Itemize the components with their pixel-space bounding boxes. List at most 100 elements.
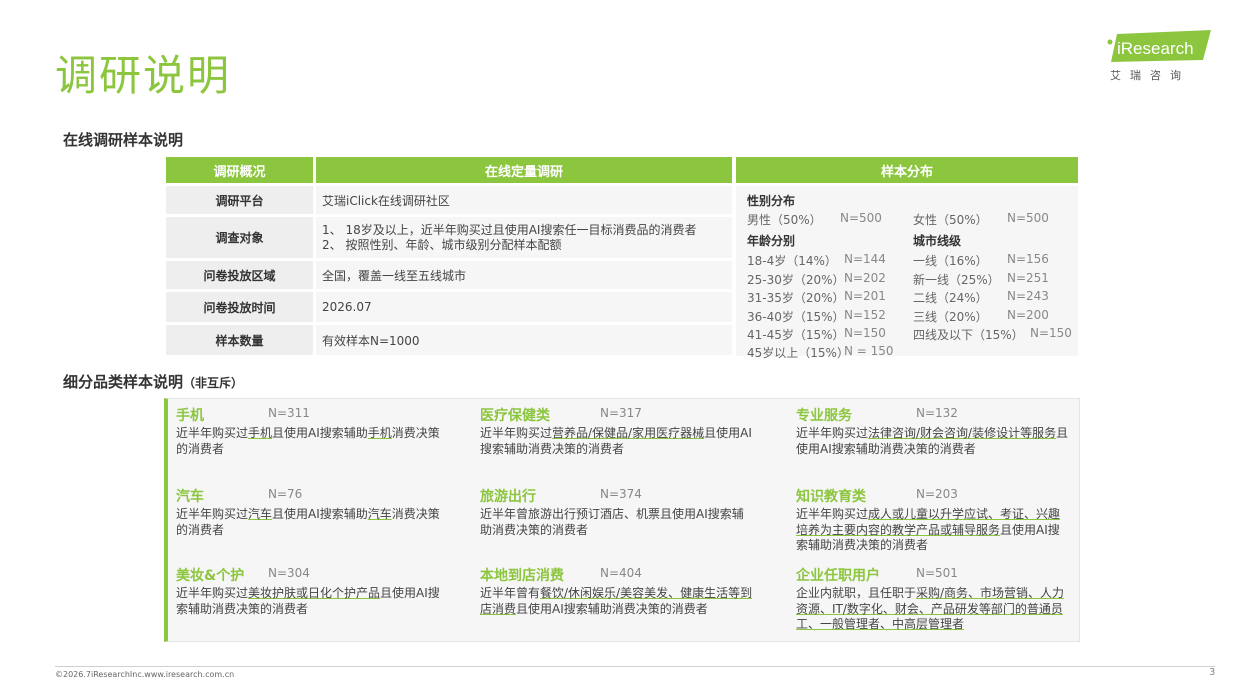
city-label: 三线（20%） [913,310,988,324]
category-sample-n: N=374 [600,487,642,501]
page-title: 调研说明 [55,51,232,100]
gender-title: 性别分布 [747,194,796,208]
sample-distribution: 性别分布 男性（50%） N=500 女性（50%） N=500 年龄分别 城市… [736,186,1078,360]
description-highlight: 美妆护肤或日化个护产品 [248,586,381,600]
category-name: 企业任职用户 [796,568,880,584]
city-n: N=243 [1007,289,1049,303]
age-n: N=144 [844,252,886,266]
row-label-target: 调查对象 [166,217,313,258]
city-label: 二线（24%） [913,291,988,305]
age-title: 年龄分别 [747,234,796,248]
category-name: 美妆&个护 [176,568,245,584]
gender-female-n: N=500 [1007,211,1049,225]
description-highlight: 汽车 [248,507,273,521]
logo-subtitle: 艾瑞咨询 [1110,69,1190,82]
category-description: 近半年购买过手机且使用AI搜索辅助手机消费决策的消费者 [176,426,451,457]
row-value-sample-size: 有效样本N=1000 [316,325,732,355]
age-n: N = 150 [844,344,894,358]
category-sample-n: N=76 [268,487,303,501]
category-name: 旅游出行 [480,489,536,505]
table-header-distribution: 样本分布 [736,157,1078,183]
category-description: 近半年曾旅游出行预订酒店、机票且使用AI搜索辅助消费决策的消费者 [480,507,755,538]
category-sample-n: N=317 [600,406,642,420]
description-text: 近半年曾旅游出行预订酒店、机票且使用AI搜索辅助消费决策的消费者 [480,507,744,537]
city-label: 四线及以下（15%） [913,328,1024,342]
description-highlight: 手机 [248,426,273,440]
age-label: 36-40岁（15%） [747,310,845,324]
section-title-online-survey: 在线调研样本说明 [63,131,184,149]
age-n: N=201 [844,289,886,303]
city-n: N=156 [1007,252,1049,266]
category-description: 近半年购买过营养品/保健品/家用医疗器械且使用AI搜索辅助消费决策的消费者 [480,426,755,457]
logo-brand-text: iResearch [1117,39,1194,58]
description-highlight: 手机 [367,426,392,440]
description-text: 近半年购买过 [176,586,249,600]
age-label: 25-30岁（20%） [747,273,845,287]
city-label: 一线（16%） [913,254,988,268]
description-text: 近半年购买过 [796,507,869,521]
category-description: 近半年购买过美妆护肤或日化个护产品且使用AI搜索辅助消费决策的消费者 [176,586,451,617]
age-label: 45岁以上（15%） [747,346,849,360]
row-value-target: 1、 18岁及以上，近半年购买过且使用AI搜索任一目标消费品的消费者 2、 按照… [316,217,732,258]
category-sample-n: N=304 [268,566,310,580]
category-name: 知识教育类 [796,489,866,505]
category-description: 近半年购买过汽车且使用AI搜索辅助汽车消费决策的消费者 [176,507,451,538]
description-highlight: 汽车 [367,507,392,521]
category-description: 近半年曾有餐饮/休闲娱乐/美容美发、健康生活等到店消费且使用AI搜索辅助消费决策… [480,586,755,617]
footer-copyright: ©2026.7iResearchInc.www.iresearch.com.cn [55,670,235,679]
age-n: N=150 [844,326,886,340]
footer-divider [55,666,1215,667]
city-n: N=200 [1007,308,1049,322]
gender-male-label: 男性（50%） [747,213,822,227]
table-header-quantitative: 在线定量调研 [316,157,732,183]
category-name: 手机 [176,408,204,424]
city-label: 新一线（25%） [913,273,1000,287]
city-n: N=150 [1030,326,1072,340]
category-name: 本地到店消费 [480,568,564,584]
gender-female-label: 女性（50%） [913,213,988,227]
target-line-1: 1、 18岁及以上，近半年购买过且使用AI搜索任一目标消费品的消费者 [322,222,697,237]
category-sample-n: N=132 [916,406,958,420]
row-label-time: 问卷投放时间 [166,292,313,322]
category-description: 近半年购买过法律咨询/财会咨询/装修设计等服务且使用AI搜索辅助消费决策的消费者 [796,426,1071,457]
section-title-category-note: （非互斥） [183,376,244,390]
row-label-platform: 调研平台 [166,186,313,214]
gender-male-n: N=500 [840,211,882,225]
target-line-2: 2、 按照性别、年龄、城市级别分配样本配额 [322,237,562,252]
category-name: 汽车 [176,489,204,505]
description-text: 企业内就职，且任职于 [796,586,917,600]
age-label: 41-45岁（15%） [747,328,845,342]
table-header-overview: 调研概况 [166,157,313,183]
age-label: 31-35岁（20%） [747,291,845,305]
category-panel: 手机 N=311 近半年购买过手机且使用AI搜索辅助手机消费决策的消费者 医疗保… [164,398,1080,642]
row-label-sample-size: 样本数量 [166,325,313,355]
description-text: 且使用AI搜索辅助 [272,507,368,521]
category-description: 企业内就职，且任职于采购/商务、市场营销、人力资源、IT/数字化、财会、产品研发… [796,586,1071,633]
row-label-region: 问卷投放区域 [166,261,313,289]
row-value-region: 全国，覆盖一线至五线城市 [316,261,732,289]
category-sample-n: N=203 [916,487,958,501]
description-text: 且使用AI搜索辅助 [272,426,368,440]
category-sample-n: N=311 [268,406,310,420]
row-value-platform: 艾瑞iClick在线调研社区 [316,186,732,214]
category-description: 近半年购买过成人或儿童以升学应试、考证、兴趣培养为主要内容的教学产品或辅导服务且… [796,507,1071,554]
age-n: N=152 [844,308,886,322]
section-title-category-text: 细分品类样本说明 [63,373,184,391]
category-name: 医疗保健类 [480,408,550,424]
section-title-category: 细分品类样本说明（非互斥） [63,371,243,392]
page-number: 3 [1209,667,1216,678]
description-text: 近半年购买过 [176,507,249,521]
description-text: 且使用AI搜索辅助消费决策的消费者 [516,601,708,616]
age-label: 18-4岁（14%） [747,254,837,268]
category-sample-n: N=501 [916,566,958,580]
city-n: N=251 [1007,271,1049,285]
description-text: 近半年购买过 [176,426,249,440]
row-value-time: 2026.07 [316,292,732,322]
category-name: 专业服务 [796,408,852,424]
description-text: 近半年购买过 [480,426,553,440]
category-sample-n: N=404 [600,566,642,580]
city-title: 城市线级 [913,234,962,248]
description-highlight: 法律咨询/财会咨询/装修设计等服务 [868,426,1057,440]
description-highlight: 营养品/保健品/家用医疗器械 [552,426,705,440]
description-text: 近半年曾有 [480,586,541,600]
